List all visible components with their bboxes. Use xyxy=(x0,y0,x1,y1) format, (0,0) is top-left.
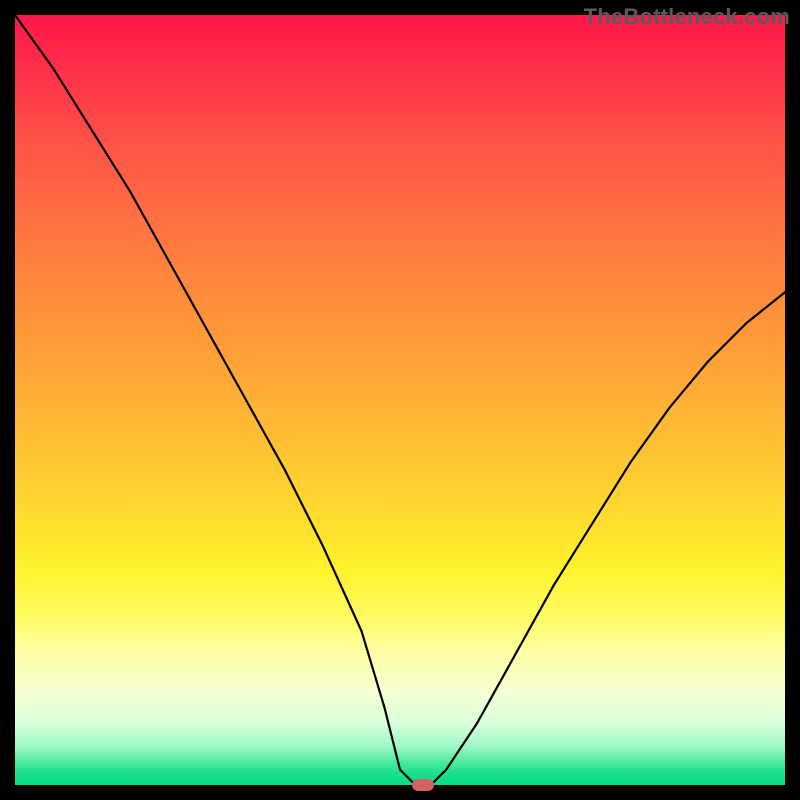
bottleneck-curve xyxy=(15,15,785,785)
bottleneck-marker xyxy=(412,779,434,791)
watermark-text: TheBottleneck.com xyxy=(584,4,790,30)
plot-area xyxy=(15,15,785,785)
chart-frame: TheBottleneck.com xyxy=(0,0,800,800)
